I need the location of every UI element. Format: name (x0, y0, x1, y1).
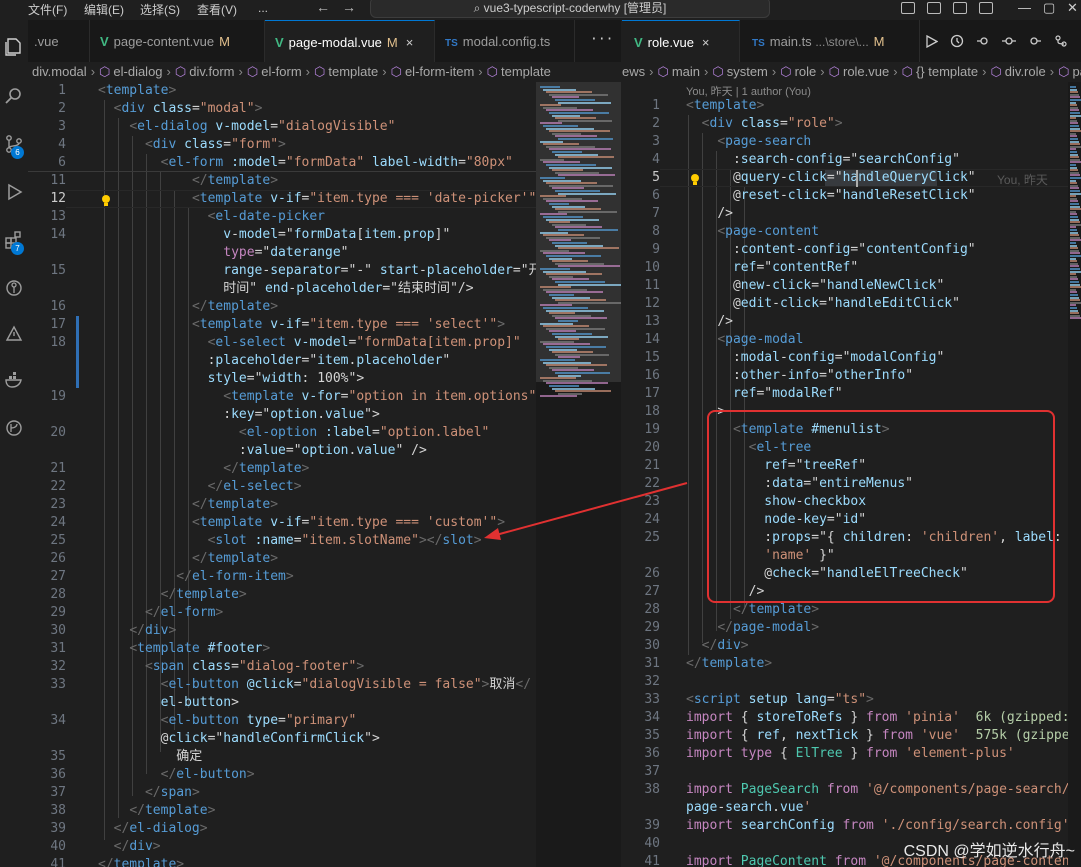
annotation-arrow (484, 482, 688, 540)
watermark: CSDN @学如逆水行舟~ (903, 843, 1075, 860)
